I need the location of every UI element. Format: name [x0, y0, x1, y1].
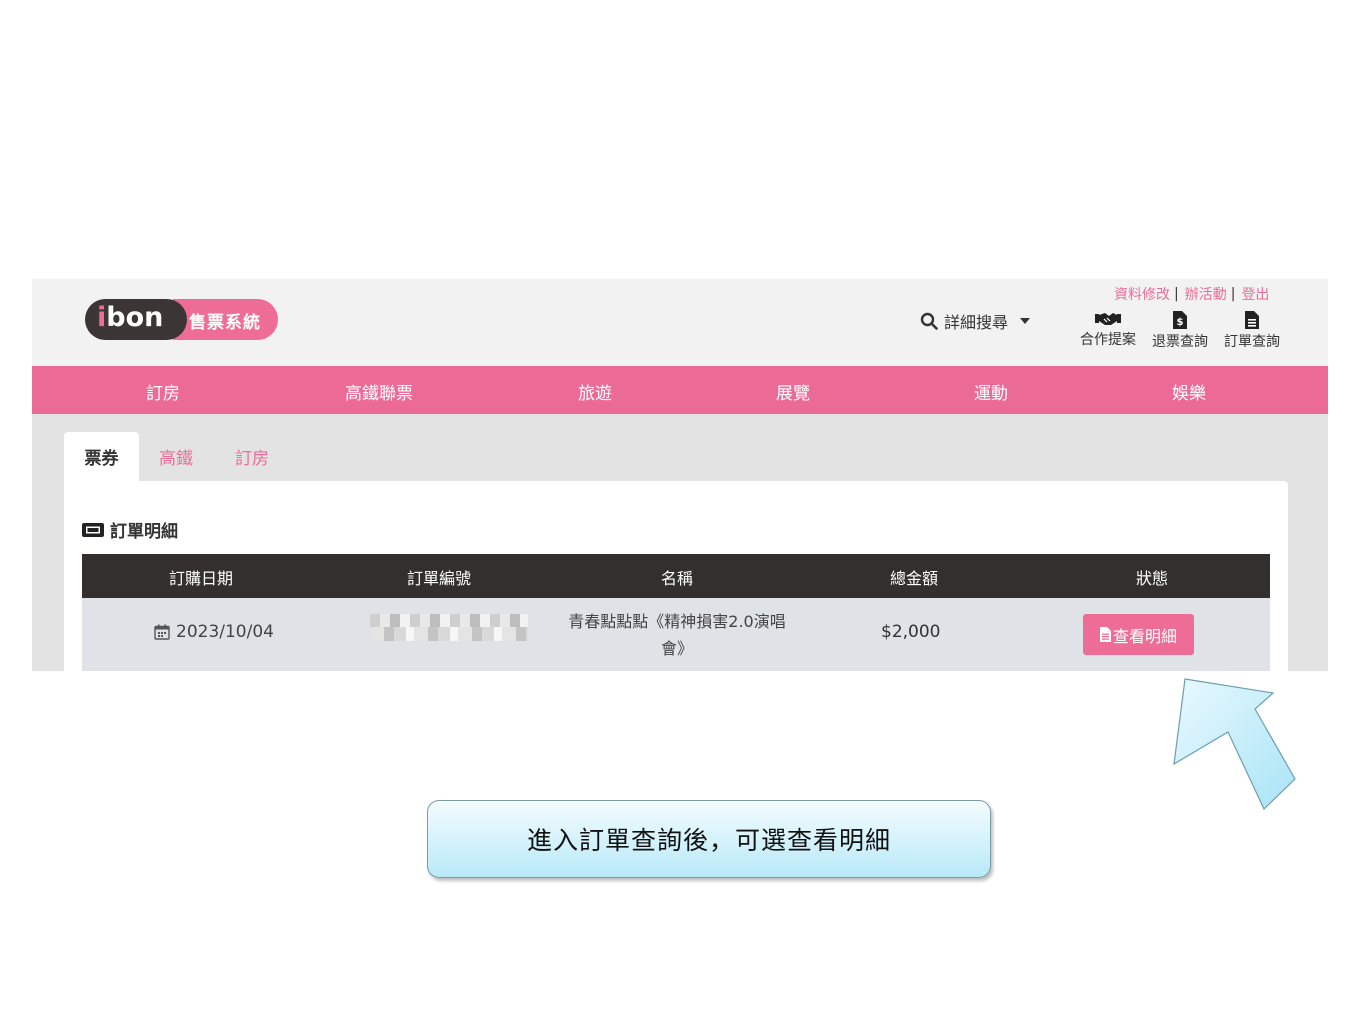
nav-item-exhibition[interactable]: 展覽: [776, 379, 810, 404]
ibon-logo[interactable]: ibon 售票系統: [85, 299, 278, 340]
quick-link-order-inquiry[interactable]: 訂單查詢: [1219, 311, 1285, 351]
view-details-button[interactable]: 查看明細: [1083, 614, 1194, 655]
event-name-cell: 青春點點點《精神損害2.0演唱會》: [568, 612, 786, 658]
instruction-callout: 進入訂單查詢後，可選查看明細: [427, 800, 991, 878]
nav-item-entertainment[interactable]: 娛樂: [1172, 379, 1206, 404]
order-panel: 訂單明細 訂購日期 訂單編號 名稱 總金額 狀態 2023/10/04 青春點點…: [64, 481, 1288, 671]
logout-link[interactable]: 登出: [1241, 284, 1269, 304]
edit-profile-link[interactable]: 資料修改: [1114, 284, 1170, 304]
advanced-search-toggle[interactable]: 詳細搜尋: [920, 309, 1031, 333]
nav-item-hotel[interactable]: 訂房: [146, 379, 180, 404]
nav-item-hsr-package[interactable]: 高鐵聯票: [345, 379, 413, 404]
quick-link-order-label: 訂單查詢: [1224, 334, 1280, 350]
logo-bon: bon: [106, 302, 164, 333]
chevron-down-icon: [1020, 318, 1031, 324]
column-header-total: 總金額: [889, 569, 939, 588]
document-icon: [1099, 627, 1111, 642]
quick-link-partnership-label: 合作提案: [1080, 332, 1136, 348]
logo-i: i: [97, 302, 107, 333]
order-details-title: 訂單明細: [110, 522, 178, 542]
logo-tagline: 售票系統: [189, 313, 261, 333]
document-icon: [1245, 311, 1259, 329]
link-separator: |: [1174, 286, 1179, 302]
logo-wordmark: ibon: [97, 302, 163, 334]
calendar-icon: [154, 624, 170, 640]
host-event-link[interactable]: 辦活動: [1185, 284, 1227, 304]
column-header-name: 名稱: [660, 569, 694, 588]
order-number-blurred: [370, 614, 528, 641]
tab-tickets[interactable]: 票券: [64, 432, 139, 481]
column-header-order-date: 訂購日期: [168, 569, 234, 588]
site-header: ibon 售票系統 詳細搜尋 資料修改 | 辦活動 | 登出 合作提案 $ 退票…: [32, 279, 1328, 366]
order-details-heading: 訂單明細: [82, 517, 178, 542]
tab-hsr[interactable]: 高鐵: [159, 432, 193, 481]
search-icon: [920, 312, 938, 330]
nav-item-sports[interactable]: 運動: [974, 379, 1008, 404]
advanced-search-label: 詳細搜尋: [944, 313, 1009, 332]
ticket-icon: [82, 522, 104, 537]
view-details-label: 查看明細: [1112, 628, 1177, 646]
account-links: 資料修改 | 辦活動 | 登出: [1114, 284, 1269, 304]
main-category-nav: 訂房 高鐵聯票 旅遊 展覽 運動 娛樂: [32, 366, 1328, 414]
ibon-ticket-system-screenshot: ibon 售票系統 詳細搜尋 資料修改 | 辦活動 | 登出 合作提案 $ 退票…: [32, 279, 1328, 671]
order-date-cell: 2023/10/04: [154, 622, 274, 642]
column-header-status: 狀態: [1135, 569, 1169, 588]
order-date-value: 2023/10/04: [176, 622, 274, 642]
column-header-order-number: 訂單編號: [406, 569, 472, 588]
quick-link-partnership[interactable]: 合作提案: [1075, 311, 1141, 349]
svg-text:$: $: [1177, 317, 1184, 328]
refund-document-icon: $: [1173, 311, 1187, 329]
tab-hotel[interactable]: 訂房: [235, 432, 269, 481]
logo-dark-part: ibon: [85, 299, 187, 340]
handshake-icon: [1095, 313, 1121, 325]
table-row: 2023/10/04 青春點點點《精神損害2.0演唱會》 $2,000 查看明細: [82, 598, 1270, 671]
order-total-cell: $2,000: [881, 622, 941, 642]
quick-link-refund-inquiry[interactable]: $ 退票查詢: [1147, 311, 1213, 351]
link-separator: |: [1230, 286, 1236, 302]
pointer-arrow: [1173, 678, 1296, 811]
nav-item-travel[interactable]: 旅遊: [578, 379, 612, 404]
logo-pink-part: 售票系統: [173, 299, 278, 340]
order-table-header: 訂購日期 訂單編號 名稱 總金額 狀態: [82, 554, 1270, 598]
instruction-callout-text: 進入訂單查詢後，可選查看明細: [526, 826, 891, 855]
quick-link-refund-label: 退票查詢: [1152, 334, 1208, 350]
